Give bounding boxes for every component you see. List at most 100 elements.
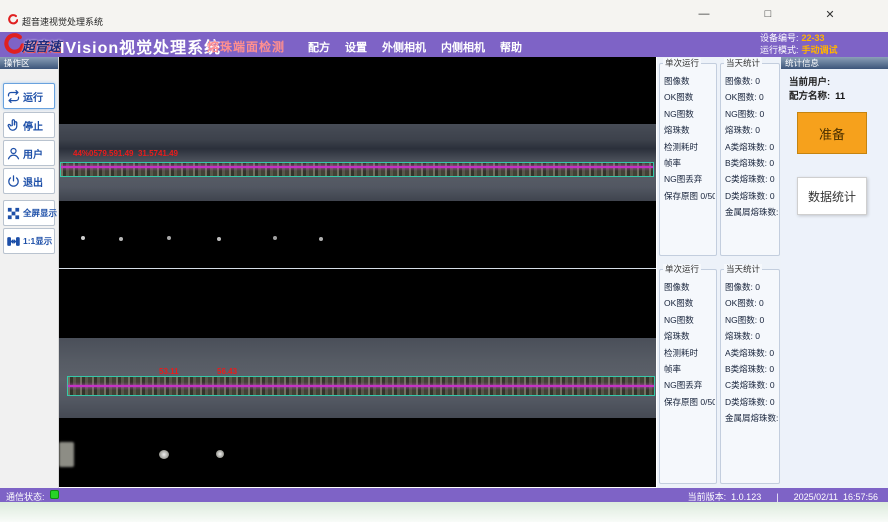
bottom-daily-stats-groupbox: 当天统计 图像数: 0 OK图数: 0 NG图数: 0 熔珠数: 0 A类熔珠数… (720, 269, 780, 484)
stat-row: NG图数: 0 (725, 106, 778, 122)
stat-row: C类熔珠数: 0 (725, 171, 778, 187)
prepare-button[interactable]: 准备 (797, 112, 867, 154)
statistics-column: 单次运行 图像数 OK图数 NG图数 熔珠数 检测耗时 帧率 NG图丢弃 保存原… (656, 57, 781, 488)
top-single-run-groupbox: 单次运行 图像数 OK图数 NG图数 熔珠数 检测耗时 帧率 NG图丢弃 保存原… (659, 63, 717, 256)
stat-row: 熔珠数: 0 (725, 122, 778, 138)
detection-bounding-box (67, 376, 655, 396)
fullscreen-button[interactable]: 全屏显示 (3, 200, 55, 226)
info-panel: 统计信息 当前用户: 配方名称:11 准备 数据统计 (781, 57, 888, 488)
one-to-one-button[interactable]: 1:1显示 (3, 228, 55, 254)
stat-row: OK图数 (664, 89, 715, 105)
app-title: IVision视觉处理系统 (60, 34, 221, 58)
stat-row: 图像数 (664, 279, 715, 295)
bottom-single-run-groupbox: 单次运行 图像数 OK图数 NG图数 熔珠数 检测耗时 帧率 NG图丢弃 保存原… (659, 269, 717, 484)
stat-row: B类熔珠数: 0 (725, 361, 778, 377)
stat-row: A类熔珠数: 0 (725, 139, 778, 155)
stat-row: 熔珠数 (664, 328, 715, 344)
outer-camera-view[interactable]: 44%0579.591.49 31.5741.49 (59, 57, 656, 268)
stop-hand-icon (6, 118, 21, 133)
stat-row: 熔珠数: 0 (725, 328, 778, 344)
menu-settings[interactable]: 设置 (345, 39, 367, 55)
stat-row: 金属屑熔珠数: 0 (725, 410, 778, 426)
brand-swoosh-icon (2, 33, 24, 55)
stat-row: 帧率 (664, 361, 715, 377)
stat-row: NG图数 (664, 312, 715, 328)
app-header: 超音速 IVision视觉处理系统 熔珠端面检测 配方 设置 外侧相机 内侧相机… (0, 32, 888, 57)
centerline-overlay (61, 166, 653, 168)
power-icon (6, 174, 21, 189)
menu-bar: 配方 设置 外侧相机 内侧相机 帮助 (308, 39, 522, 55)
stat-row: OK图数: 0 (725, 295, 778, 311)
version-label: 当前版本: (688, 492, 727, 502)
groupbox-title: 单次运行 (663, 58, 701, 68)
measurement-annotation: 53.11 (159, 367, 179, 376)
one-to-one-icon (6, 234, 21, 249)
brand-text: 超音速 (22, 36, 61, 55)
stat-row: 检测耗时 (664, 345, 715, 361)
inner-camera-view[interactable]: 53.11 56.43 (59, 269, 656, 487)
groupbox-title: 单次运行 (663, 264, 701, 274)
stat-row: B类熔珠数: 0 (725, 155, 778, 171)
stat-row: D类熔珠数: 0 (725, 188, 778, 204)
user-icon (6, 146, 21, 161)
top-daily-stats-groupbox: 当天统计 图像数: 0 OK图数: 0 NG图数: 0 熔珠数: 0 A类熔珠数… (720, 63, 780, 256)
app-logo-icon (7, 14, 18, 25)
stat-row: D类熔珠数: 0 (725, 394, 778, 410)
app-subtitle: 熔珠端面检测 (207, 38, 285, 55)
window-title: 超音速视觉处理系统 (22, 15, 103, 28)
operation-area-title: 操作区 (0, 57, 58, 69)
user-button-label: 用户 (23, 146, 43, 161)
stat-row: 图像数: 0 (725, 73, 778, 89)
close-button[interactable]: ✕ (820, 8, 840, 21)
groupbox-title: 当天统计 (724, 264, 762, 274)
stat-row: 保存原图 0/500 (664, 394, 715, 410)
datetime: 2025/02/11 16:57:56 (794, 492, 878, 502)
separator: | (776, 492, 778, 502)
measurement-annotation: 44%0579.591.49 31.5741.49 (73, 149, 178, 158)
data-statistics-button[interactable]: 数据统计 (797, 177, 867, 215)
stat-row: NG图数: 0 (725, 312, 778, 328)
defect-blob (216, 450, 224, 458)
centerline-overlay (68, 385, 654, 387)
current-user-label: 当前用户: (789, 77, 830, 88)
run-button[interactable]: 运行 (3, 83, 55, 109)
run-button-label: 运行 (23, 89, 43, 104)
stat-row: 图像数 (664, 73, 715, 89)
user-button[interactable]: 用户 (3, 140, 55, 166)
stat-row: 检测耗时 (664, 139, 715, 155)
stat-row: A类熔珠数: 0 (725, 345, 778, 361)
strip-end-blob (59, 442, 74, 467)
app-window: 超音速视觉处理系统 — □ ✕ 超音速 IVision视觉处理系统 熔珠端面检测… (0, 0, 888, 522)
device-number-value: 22-33 (802, 33, 825, 43)
exit-button-label: 退出 (23, 174, 43, 189)
run-mode-value: 手动调试 (802, 45, 838, 55)
stat-row: NG图丢弃 (664, 377, 715, 393)
run-mode-label: 运行模式: (760, 45, 799, 55)
exit-button[interactable]: 退出 (3, 168, 55, 194)
stat-row: C类熔珠数: 0 (725, 377, 778, 393)
stat-row: OK图数: 0 (725, 89, 778, 105)
fullscreen-button-label: 全屏显示 (23, 207, 57, 219)
os-titlebar: 超音速视觉处理系统 — □ ✕ (0, 0, 888, 32)
detection-bounding-box (60, 162, 654, 177)
minimize-button[interactable]: — (694, 8, 714, 20)
menu-outer-camera[interactable]: 外侧相机 (382, 39, 426, 55)
maximize-button[interactable]: □ (758, 8, 778, 20)
version-value: 1.0.123 (731, 492, 761, 502)
groupbox-title: 当天统计 (724, 58, 762, 68)
run-loop-icon (6, 89, 21, 104)
stat-row: 图像数: 0 (725, 279, 778, 295)
menu-recipe[interactable]: 配方 (308, 39, 330, 55)
recipe-name-label: 配方名称: (789, 91, 830, 102)
stat-row: 金属屑熔珠数: 0 (725, 204, 778, 220)
menu-help[interactable]: 帮助 (500, 39, 522, 55)
one-to-one-button-label: 1:1显示 (23, 235, 52, 247)
stop-button-label: 停止 (23, 118, 43, 133)
measurement-annotation: 56.43 (217, 367, 237, 376)
fullscreen-icon (6, 206, 21, 221)
stop-button[interactable]: 停止 (3, 112, 55, 138)
device-info: 设备编号:22-33 运行模式:手动调试 (760, 33, 838, 56)
stat-row: 熔珠数 (664, 122, 715, 138)
stat-row: NG图丢弃 (664, 171, 715, 187)
menu-inner-camera[interactable]: 内侧相机 (441, 39, 485, 55)
